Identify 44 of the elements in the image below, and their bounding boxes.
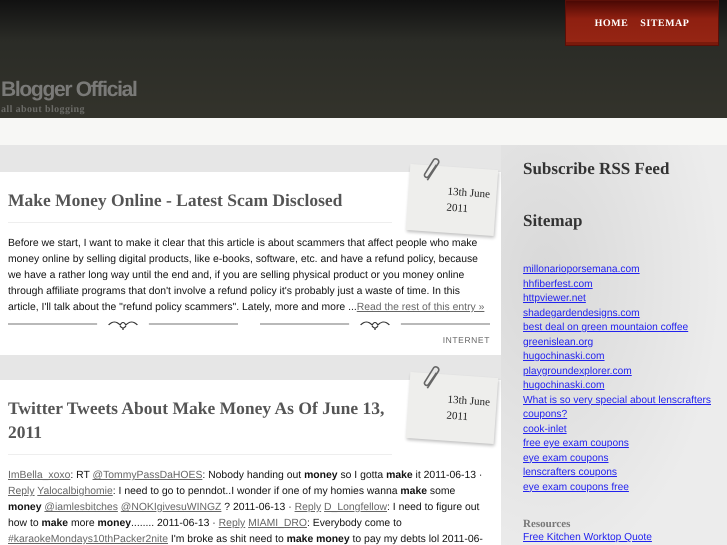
sidebar-link[interactable]: free eye exam coupons xyxy=(523,437,723,452)
post-date: 2011 xyxy=(445,408,470,426)
sidebar-heading: Resources xyxy=(523,517,572,531)
sidebar-link[interactable]: best deal on green mountaion coffee xyxy=(523,321,723,336)
text-link[interactable]: @NOKIgivesuWINGZ xyxy=(120,502,222,513)
post-date: 13th June xyxy=(446,184,492,203)
post-excerpt: Before we start, I want to make it clear that this article is about scammers that affect people who make money online by selling digital products, like e-books, software, etc. and have a refund policy, because we have a rather long way until the end and, if you are selling physical product or you money online through affiliate programs that don't involve a refund policy it's probably just a waste of time. In this article, I'll talk about the "refund policy scammers". Lately, more and more ...Read the rest of this entry » xyxy=(8,237,486,315)
text-link[interactable]: @iamlesbitches xyxy=(44,502,118,513)
sidebar-link[interactable]: httpviewer.net xyxy=(523,292,723,306)
sidebar-link[interactable]: cook-inlet xyxy=(523,422,723,437)
sidebar-link[interactable]: eye exam coupons xyxy=(523,452,723,466)
site-tagline: all about blogging xyxy=(1,103,86,117)
post-category[interactable]: INTERNET xyxy=(8,335,490,345)
text-link[interactable]: Reply xyxy=(8,486,35,497)
sidebar-link[interactable]: eye exam coupons free xyxy=(523,480,723,495)
text-link[interactable]: Reply xyxy=(218,518,246,529)
sidebar-heading: Subscribe RSS Feed xyxy=(523,158,670,180)
text-link[interactable]: Read the rest of this entry » xyxy=(356,302,484,313)
nav-link[interactable]: SITEMAP xyxy=(640,18,690,28)
text-link[interactable]: D_Longfellow xyxy=(324,502,388,513)
text-link[interactable]: @TommyPassDaHOES xyxy=(92,470,202,481)
sidebar-link[interactable]: greenislean.org xyxy=(523,336,723,350)
sidebar-link[interactable]: What is so very special about lenscrafters coupons? xyxy=(523,394,723,422)
post-date: 2011 xyxy=(445,200,470,218)
sidebar-link[interactable]: hugochinaski.com xyxy=(523,350,723,364)
post-date: 13th June xyxy=(446,392,492,411)
text-link[interactable]: MIAMI_DRO xyxy=(248,518,308,529)
post-excerpt: ImBella_xoxo: RT @TommyPassDaHOES: Nobody handing out money so I gotta make it 2011-06-13 · Reply Yalocalbighomie: I need to go to penndot..I wonder if one of my homies wanna make some money @iamlesbitches @NOKIgivesuWINGZ ? 2011-06-13 · Reply D_Longfellow: I need to figure out how to make more money........ 2011-06-13 · Reply MIAMI_DRO: Everybody come to #karaokeMondays10thPacker2nite I'm broke as shit need to make money to pay my debts lol 2011-06- xyxy=(8,469,484,545)
sidebar-link[interactable]: hhfiberfest.com xyxy=(523,278,723,292)
post-title[interactable]: Twitter Tweets About Make Money As Of June 13, 2011 xyxy=(8,396,393,444)
sidebar-heading: Sitemap xyxy=(523,210,584,232)
text-link[interactable]: Reply xyxy=(294,502,322,513)
sidebar-link[interactable]: hugochinaski.com xyxy=(523,379,723,394)
sidebar-link[interactable]: lenscrafters coupons xyxy=(523,466,723,480)
sidebar-link[interactable]: millonarioporsemana.com xyxy=(523,263,723,278)
resource-link[interactable]: Free Kitchen Worktop Quote xyxy=(523,531,723,545)
nav-link[interactable]: HOME xyxy=(594,18,628,28)
site-title[interactable]: Blogger Official xyxy=(1,77,727,103)
text-link[interactable]: Yalocalbighomie xyxy=(37,486,113,497)
post-title[interactable]: Make Money Online - Latest Scam Disclosed xyxy=(8,188,393,212)
sidebar-link[interactable]: playgroundexplorer.com xyxy=(523,364,723,379)
text-link[interactable]: ImBella_xoxo xyxy=(8,470,70,481)
text-link[interactable]: #karaokeMondays10thPacker2nite xyxy=(8,534,168,545)
sidebar-link[interactable]: shadegardendesigns.com xyxy=(523,306,723,321)
